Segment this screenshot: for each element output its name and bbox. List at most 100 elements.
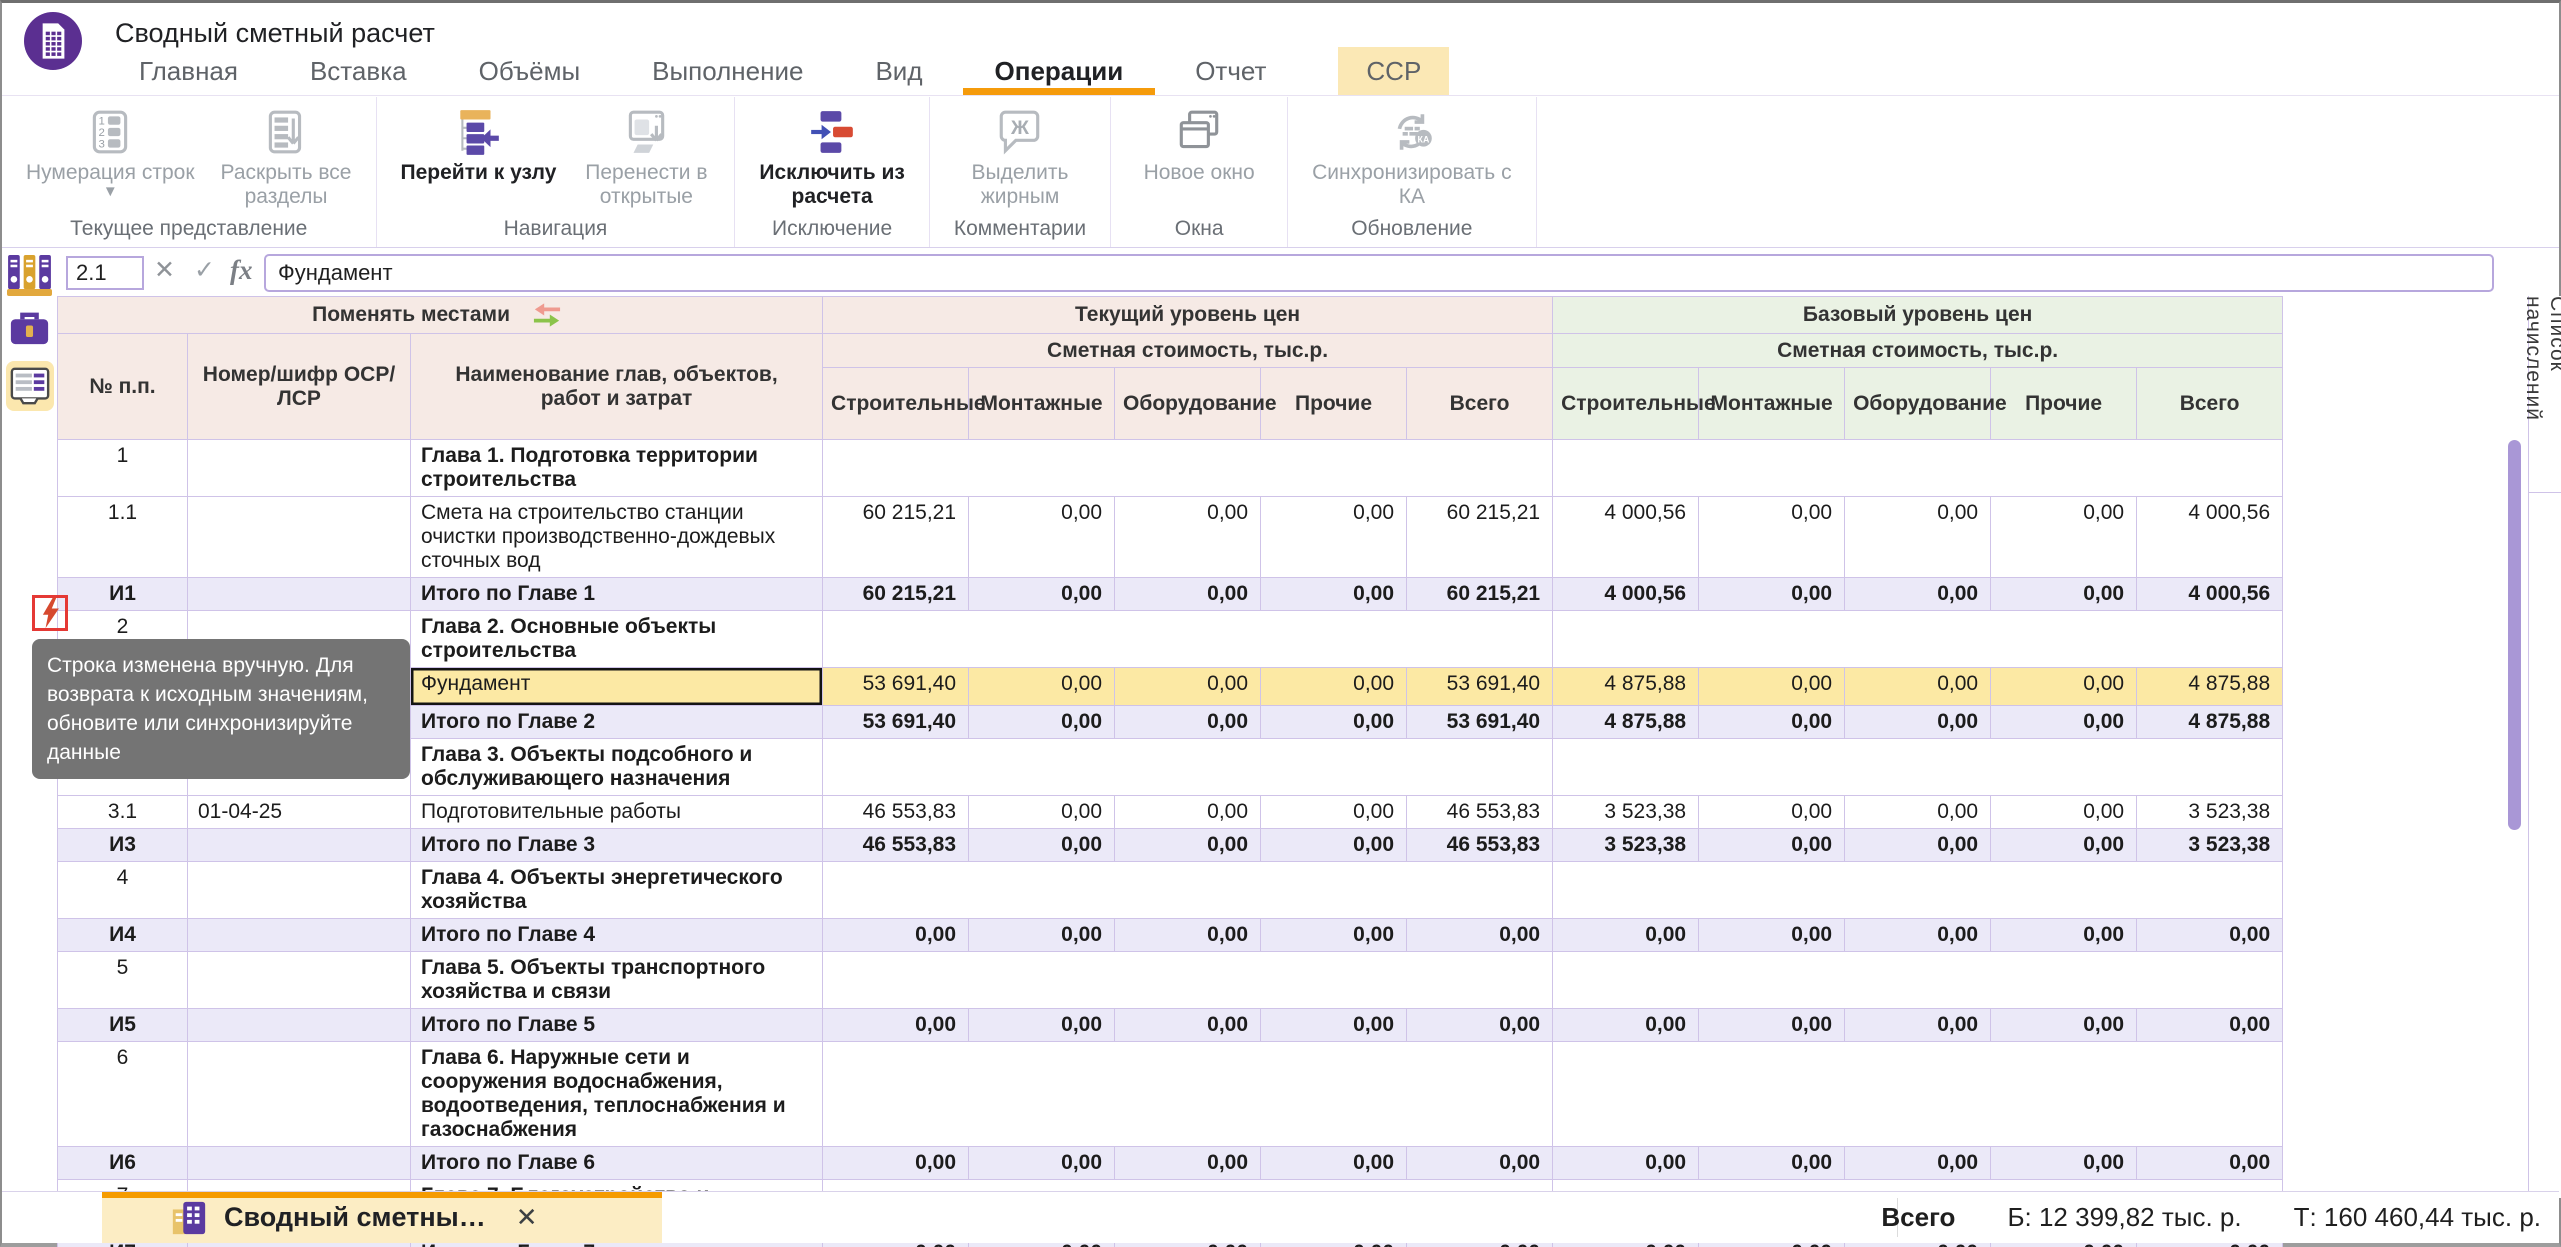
cell-code[interactable]	[188, 829, 411, 862]
cell-code[interactable]	[188, 440, 411, 497]
cell-base-2[interactable]: 0,00	[1845, 668, 1991, 706]
cell-base-0[interactable]: 0,00	[1553, 1009, 1699, 1042]
cell-base-2[interactable]: 0,00	[1845, 919, 1991, 952]
accruals-list-tab[interactable]: Список начислений	[2529, 296, 2561, 493]
cell-current-1[interactable]: 0,00	[969, 796, 1115, 829]
cell-base-blank[interactable]	[1553, 952, 2283, 1009]
cell-current-3[interactable]: 0,00	[1261, 919, 1407, 952]
cell-current-0[interactable]: 60 215,21	[823, 497, 969, 578]
ribbon-button-3-0[interactable]: ЖВыделить жирным	[956, 107, 1084, 211]
tab-5[interactable]: Операции	[995, 47, 1124, 95]
cell-num[interactable]: И6	[58, 1147, 188, 1180]
cell-current-2[interactable]: 0,00	[1115, 668, 1261, 706]
cell-current-4[interactable]: 0,00	[1407, 1009, 1553, 1042]
cell-current-4[interactable]: 53 691,40	[1407, 668, 1553, 706]
tab-7[interactable]: ССР	[1338, 47, 1449, 95]
cell-base-2[interactable]: 0,00	[1845, 1009, 1991, 1042]
cell-code[interactable]	[188, 497, 411, 578]
cell-base-0[interactable]: 3 523,38	[1553, 829, 1699, 862]
cell-code[interactable]	[188, 1009, 411, 1042]
cell-base-3[interactable]: 0,00	[1991, 497, 2137, 578]
ribbon-button-0-1[interactable]: Раскрыть все разделы	[221, 107, 352, 211]
cell-name[interactable]: Итого по Главе 4	[411, 919, 823, 952]
cell-base-4[interactable]: 0,00	[2137, 1009, 2283, 1042]
cell-base-1[interactable]: 0,00	[1699, 668, 1845, 706]
cell-base-0[interactable]: 4 875,88	[1553, 668, 1699, 706]
cell-current-0[interactable]: 60 215,21	[823, 578, 969, 611]
cell-current-2[interactable]: 0,00	[1115, 796, 1261, 829]
cell-current-4[interactable]: 53 691,40	[1407, 706, 1553, 739]
cell-current-1[interactable]: 0,00	[969, 578, 1115, 611]
cell-current-0[interactable]: 53 691,40	[823, 668, 969, 706]
cell-current-0[interactable]: 46 553,83	[823, 829, 969, 862]
cell-current-4[interactable]: 60 215,21	[1407, 497, 1553, 578]
cell-code[interactable]	[188, 1147, 411, 1180]
cancel-icon[interactable]: ✕	[154, 255, 175, 285]
cell-base-2[interactable]: 0,00	[1845, 796, 1991, 829]
cell-current-3[interactable]: 0,00	[1261, 1009, 1407, 1042]
cell-base-1[interactable]: 0,00	[1699, 1147, 1845, 1180]
cell-current-4[interactable]: 0,00	[1407, 1147, 1553, 1180]
cell-num[interactable]: 3.1	[58, 796, 188, 829]
cell-num[interactable]: 5	[58, 952, 188, 1009]
cell-name[interactable]: Глава 3. Объекты подсобного и обслуживаю…	[411, 739, 823, 796]
cell-current-4[interactable]: 60 215,21	[1407, 578, 1553, 611]
cell-current-0[interactable]: 0,00	[823, 919, 969, 952]
document-tab[interactable]: Сводный сметны… ✕	[102, 1192, 662, 1243]
cell-current-2[interactable]: 0,00	[1115, 1147, 1261, 1180]
cell-name[interactable]: Итого по Главе 1	[411, 578, 823, 611]
cell-reference-input[interactable]	[66, 256, 144, 290]
cell-current-1[interactable]: 0,00	[969, 668, 1115, 706]
cell-base-3[interactable]: 0,00	[1991, 1147, 2137, 1180]
cell-current-blank[interactable]	[823, 440, 1553, 497]
cell-base-4[interactable]: 4 000,56	[2137, 497, 2283, 578]
cell-name[interactable]: Глава 6. Наружные сети и сооружения водо…	[411, 1042, 823, 1147]
cell-base-0[interactable]: 4 000,56	[1553, 497, 1699, 578]
cell-current-blank[interactable]	[823, 739, 1553, 796]
cell-num[interactable]: И1	[58, 578, 188, 611]
cell-base-3[interactable]: 0,00	[1991, 796, 2137, 829]
cell-num[interactable]: И5	[58, 1009, 188, 1042]
cell-current-1[interactable]: 0,00	[969, 1147, 1115, 1180]
cell-base-3[interactable]: 0,00	[1991, 668, 2137, 706]
cell-base-1[interactable]: 0,00	[1699, 497, 1845, 578]
cell-base-4[interactable]: 4 875,88	[2137, 706, 2283, 739]
ribbon-button-0-0[interactable]: 123Нумерация строк▼	[26, 107, 195, 211]
cell-base-1[interactable]: 0,00	[1699, 578, 1845, 611]
cell-current-3[interactable]: 0,00	[1261, 706, 1407, 739]
function-icon[interactable]: fx	[230, 255, 253, 286]
cell-current-blank[interactable]	[823, 862, 1553, 919]
cell-base-1[interactable]: 0,00	[1699, 1009, 1845, 1042]
ribbon-button-5-0[interactable]: КАСинхронизировать с КА	[1312, 107, 1511, 211]
cell-code[interactable]	[188, 578, 411, 611]
cell-base-blank[interactable]	[1553, 1042, 2283, 1147]
cell-current-1[interactable]: 0,00	[969, 829, 1115, 862]
cell-base-2[interactable]: 0,00	[1845, 706, 1991, 739]
cell-name[interactable]: Подготовительные работы	[411, 796, 823, 829]
cell-base-3[interactable]: 0,00	[1991, 1009, 2137, 1042]
cell-base-2[interactable]: 0,00	[1845, 578, 1991, 611]
cell-current-2[interactable]: 0,00	[1115, 497, 1261, 578]
cell-num[interactable]: 1	[58, 440, 188, 497]
cell-base-3[interactable]: 0,00	[1991, 578, 2137, 611]
tab-1[interactable]: Вставка	[310, 47, 407, 95]
tab-6[interactable]: Отчет	[1195, 47, 1266, 95]
cell-current-4[interactable]: 46 553,83	[1407, 829, 1553, 862]
cell-base-4[interactable]: 4 000,56	[2137, 578, 2283, 611]
cell-base-3[interactable]: 0,00	[1991, 919, 2137, 952]
cell-base-4[interactable]: 4 875,88	[2137, 668, 2283, 706]
cell-base-0[interactable]: 4 875,88	[1553, 706, 1699, 739]
vertical-scrollbar[interactable]	[2508, 440, 2521, 830]
cell-name[interactable]: Смета на строительство станции очистки п…	[411, 497, 823, 578]
cell-base-1[interactable]: 0,00	[1699, 706, 1845, 739]
cell-num[interactable]: 6	[58, 1042, 188, 1147]
ribbon-button-4-0[interactable]: Новое окно	[1135, 107, 1263, 211]
cell-current-blank[interactable]	[823, 952, 1553, 1009]
estimate-doc-icon[interactable]	[6, 361, 54, 411]
cell-current-4[interactable]: 46 553,83	[1407, 796, 1553, 829]
cell-name[interactable]: Итого по Главе 2	[411, 706, 823, 739]
cell-current-2[interactable]: 0,00	[1115, 829, 1261, 862]
briefcase-icon[interactable]	[10, 311, 49, 352]
cell-current-2[interactable]: 0,00	[1115, 706, 1261, 739]
cell-num[interactable]: И4	[58, 919, 188, 952]
